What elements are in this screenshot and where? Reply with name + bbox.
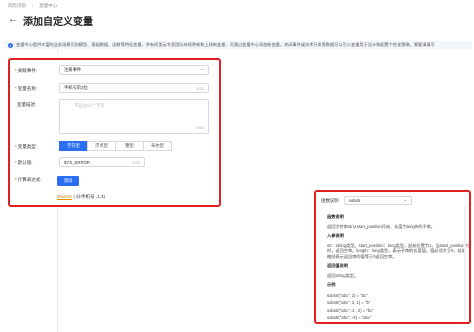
formula-expression[interactable]: $substr ( @手机号 ,1,3) xyxy=(57,194,105,200)
variable-form: *关联事件: 注册事件 ⌄ *变量名称: 手机号前3位 6/32 变量描述: 不… xyxy=(8,58,221,207)
event-select[interactable]: 注册事件 ⌄ xyxy=(59,65,209,75)
help-params-text: str：string类型。start_position：long类型，起始位置为… xyxy=(327,242,469,259)
breadcrumb-item[interactable]: 变量中心 xyxy=(39,3,57,9)
back-arrow-icon[interactable]: ← xyxy=(8,15,18,25)
help-desc-text: 返回字符串str从start_position开始、长度为length的子串。 xyxy=(327,223,435,229)
help-label: 函数说明 xyxy=(321,197,339,203)
name-input[interactable]: 手机号前3位 6/32 xyxy=(59,83,209,93)
breadcrumb-separator: / xyxy=(32,3,34,8)
test-button[interactable]: 测试 xyxy=(57,176,79,186)
function-select-value: substr xyxy=(348,198,361,203)
help-desc-title: 函数说明 xyxy=(327,214,344,219)
name-label: *变量名称: xyxy=(15,86,38,91)
help-examples: substr("abc", 2) = "bc" substr("abc", 2,… xyxy=(327,292,469,322)
help-scrollbar[interactable] xyxy=(464,206,466,320)
page-title: 添加自定义变量 xyxy=(23,16,93,28)
help-example-line: substr("abc", -3) = "abc" xyxy=(327,315,372,321)
help-example-line: substr("abc", 2, 1) = "b" xyxy=(327,300,371,306)
help-params-title: 入参说明 xyxy=(327,233,344,238)
event-label: *关联事件: xyxy=(15,68,38,73)
help-header: 函数说明 substr ⌄ xyxy=(321,196,412,205)
info-icon: ! xyxy=(8,42,13,48)
default-input-value: $YS_ERROR xyxy=(64,159,91,165)
default-label: *默认值: xyxy=(15,160,33,165)
help-return-text: 返回string类型。 xyxy=(327,272,359,278)
default-char-count: 9/20 xyxy=(132,159,140,165)
type-segmented-control: 字符型 浮点型 整型 布尔型 xyxy=(59,141,172,151)
name-char-count: 6/32 xyxy=(196,85,204,91)
type-label: *变量类型: xyxy=(15,144,38,149)
notice-text: 变量中心提供丰富的业务场景识别模型、基础数据、函数等特征变量，并有阿里云专家团队… xyxy=(16,42,435,47)
chevron-down-icon: ⌄ xyxy=(403,196,408,203)
calc-label: *计算表达式: xyxy=(15,177,42,182)
page-header: ← 添加自定义变量 xyxy=(8,13,93,28)
formula-args: ( @手机号 ,1,3) xyxy=(73,194,106,199)
event-select-value: 注册事件 xyxy=(64,67,82,72)
function-help-panel: 函数说明 substr ⌄ 函数说明 返回字符串str从start_positi… xyxy=(314,190,471,324)
type-option-int[interactable]: 整型 xyxy=(115,141,144,151)
formula-function[interactable]: $substr xyxy=(57,194,72,199)
help-example-line: substr("abc", 2) = "bc" xyxy=(327,293,368,298)
help-content: 函数说明 返回字符串str从start_position开始、长度为length… xyxy=(327,210,469,322)
page-card: 风险识别 / 变量中心 ← 添加自定义变量 ! 变量中心提供丰富的业务场景识别模… xyxy=(0,0,474,332)
desc-placeholder: 不超过64个字符 xyxy=(74,103,105,108)
breadcrumb: 风险识别 / 变量中心 xyxy=(8,3,57,9)
help-return-title: 返回值说明 xyxy=(327,263,348,268)
help-example-title: 示例 xyxy=(327,282,336,287)
desc-char-count: 0/64 xyxy=(196,125,204,130)
desc-textarea[interactable]: 不超过64个字符 0/64 xyxy=(59,99,209,134)
chevron-down-icon: ⌄ xyxy=(199,66,204,72)
help-example-line: substr("abc",-2 , 2) = "bc" xyxy=(327,307,374,313)
function-select[interactable]: substr ⌄ xyxy=(343,196,412,205)
default-input[interactable]: $YS_ERROR 9/20 xyxy=(59,157,145,167)
type-option-bool[interactable]: 布尔型 xyxy=(143,141,172,151)
info-notice: ! 变量中心提供丰富的业务场景识别模型、基础数据、函数等特征变量，并有阿里云专家… xyxy=(4,41,472,49)
type-option-float[interactable]: 浮点型 xyxy=(87,141,116,151)
desc-label: 变量描述: xyxy=(17,102,37,107)
breadcrumb-item[interactable]: 风险识别 xyxy=(8,3,26,9)
name-input-value: 手机号前3位 xyxy=(64,85,88,90)
type-option-string[interactable]: 字符型 xyxy=(59,141,88,151)
